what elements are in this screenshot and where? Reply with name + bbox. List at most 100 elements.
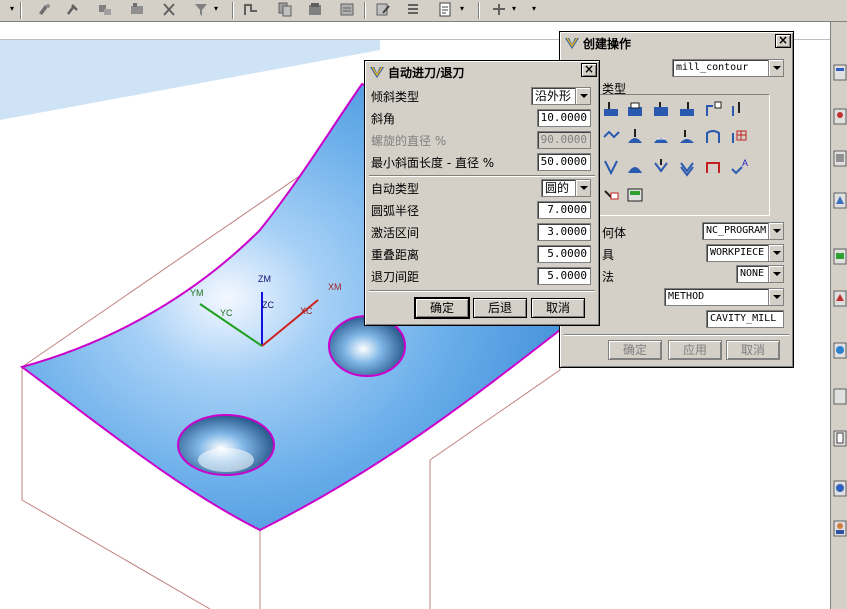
stack-icon[interactable]	[306, 1, 324, 18]
grid-mill-icon[interactable]	[729, 127, 749, 147]
auto-type-select[interactable]: 圆的	[541, 179, 591, 197]
contour-area-icon[interactable]	[625, 127, 645, 147]
ramp-type-row: 倾斜类型	[371, 86, 419, 106]
flowcut-ref-icon[interactable]	[703, 157, 723, 177]
history-icon[interactable]	[833, 106, 847, 128]
drill-icon[interactable]	[36, 1, 54, 18]
arc-radius-row: 圆弧半径	[371, 200, 419, 220]
toolbar-dropdown-arrow[interactable]: ▾	[8, 4, 16, 14]
ramp-angle-input[interactable]: 10.0000	[537, 109, 591, 127]
doc-dropdown-arrow[interactable]: ▾	[458, 4, 466, 14]
tool-value: NONE	[740, 268, 765, 279]
tool-icon[interactable]	[64, 1, 82, 18]
cut-icon[interactable]	[160, 1, 178, 18]
corner-rough-icon[interactable]	[651, 99, 671, 119]
contour-text-icon[interactable]	[625, 157, 645, 177]
overlap-row: 重叠距离	[371, 244, 419, 264]
divider	[369, 175, 595, 177]
layer-icon[interactable]	[338, 1, 356, 18]
ok-button[interactable]: 确定	[414, 297, 470, 319]
streamline-icon[interactable]	[677, 127, 697, 147]
book-icon[interactable]	[833, 428, 847, 450]
help-icon[interactable]	[833, 478, 847, 500]
tool-change-icon[interactable]	[96, 1, 114, 18]
arc-radius-input[interactable]: 7.0000	[537, 201, 591, 219]
zlevel-corner-icon[interactable]	[729, 99, 749, 119]
chevron-down-icon	[768, 266, 783, 282]
rest-mill-icon[interactable]	[677, 99, 697, 119]
filter-dropdown-arrow[interactable]: ▾	[212, 4, 220, 14]
toolbar-separator	[20, 2, 22, 19]
operation-type-select[interactable]: mill_contour	[672, 59, 784, 77]
activation-input[interactable]: 3.0000	[537, 223, 591, 241]
chevron-down-icon	[768, 289, 783, 305]
min-ramp-length-label: 最小斜面长度 - 直径 %	[371, 155, 495, 170]
library-icon[interactable]	[833, 148, 847, 170]
ramp-angle-label: 斜角	[371, 111, 396, 126]
contour-surface-icon[interactable]	[651, 127, 671, 147]
flowcut-multi-icon[interactable]	[677, 157, 697, 177]
transform-icon[interactable]	[490, 1, 508, 18]
mill-user-icon[interactable]	[625, 185, 645, 205]
flowcut-single-icon[interactable]	[651, 157, 671, 177]
cancel-button[interactable]: 取消	[531, 298, 585, 318]
operation-name-input[interactable]: CAVITY_MILL	[706, 310, 784, 328]
profile-3d-icon[interactable]	[601, 157, 621, 177]
copy-icon[interactable]	[276, 1, 294, 18]
chevron-down-icon	[768, 223, 783, 239]
retract-input[interactable]: 5.0000	[537, 267, 591, 285]
close-icon[interactable]: ×	[775, 34, 791, 48]
helix-diameter-input: 90.0000	[537, 131, 591, 149]
palette-icon[interactable]	[833, 386, 847, 408]
path-icon[interactable]	[242, 1, 260, 18]
roles-icon[interactable]	[833, 288, 847, 310]
mill-control-icon[interactable]	[601, 185, 621, 205]
retract-label: 退刀间距	[371, 269, 420, 284]
cavity-mill-icon[interactable]	[601, 99, 621, 119]
navigator-icon[interactable]	[833, 62, 847, 84]
transform-dropdown-arrow[interactable]: ▾	[510, 4, 518, 14]
ug-logo-icon	[565, 37, 579, 49]
filter-icon[interactable]	[192, 1, 210, 18]
zlevel-profile-icon[interactable]	[703, 99, 723, 119]
transform-more-arrow[interactable]: ▾	[530, 4, 538, 14]
overlap-input[interactable]: 5.0000	[537, 245, 591, 263]
program-select[interactable]: NC_PROGRAM	[702, 222, 784, 240]
close-icon[interactable]: ×	[581, 63, 597, 77]
auto-engage-title: 自动进刀/退刀	[388, 65, 465, 80]
edit-icon[interactable]	[374, 1, 392, 18]
method-select[interactable]: METHOD	[664, 288, 784, 306]
min-ramp-length-input[interactable]: 50.0000	[537, 153, 591, 171]
create-apply-button[interactable]: 应用	[668, 340, 722, 360]
plunge-mill-icon[interactable]	[625, 99, 645, 119]
method-value: METHOD	[668, 291, 705, 302]
retract-row: 退刀间距	[371, 266, 419, 286]
ramp-type-select[interactable]: 沿外形	[531, 87, 591, 105]
create-operation-titlebar[interactable]: 创建操作	[562, 34, 791, 52]
parts-icon[interactable]	[833, 190, 847, 212]
green-tool-icon[interactable]	[833, 246, 847, 268]
list-icon[interactable]	[404, 1, 422, 18]
doc-icon[interactable]	[436, 1, 454, 18]
back-button[interactable]: 后退	[473, 298, 527, 318]
flowcut-icon[interactable]	[703, 127, 723, 147]
fixed-contour-icon[interactable]	[601, 127, 621, 147]
fixture-icon[interactable]	[128, 1, 146, 18]
auto-type-row: 自动类型	[371, 178, 419, 198]
tool-select[interactable]: NONE	[736, 265, 784, 283]
toolbar-separator	[232, 2, 234, 19]
chevron-down-icon	[575, 180, 590, 196]
create-ok-button[interactable]: 确定	[608, 340, 662, 360]
chevron-down-icon	[768, 245, 783, 261]
resource-bar	[830, 22, 847, 609]
create-cancel-button[interactable]: 取消	[726, 340, 780, 360]
helix-diameter-label: 螺旋的直径 %	[371, 133, 447, 148]
user-icon[interactable]	[833, 518, 847, 540]
geometry-label: 何体	[602, 226, 627, 240]
web-icon[interactable]	[833, 340, 847, 362]
auto-engage-titlebar[interactable]: 自动进刀/退刀	[367, 63, 597, 81]
activation-label: 激活区间	[371, 225, 420, 240]
text-engrave-icon[interactable]: A	[729, 157, 749, 177]
geometry-select[interactable]: WORKPIECE	[706, 244, 784, 262]
ym-axis-label: YM	[190, 288, 204, 298]
